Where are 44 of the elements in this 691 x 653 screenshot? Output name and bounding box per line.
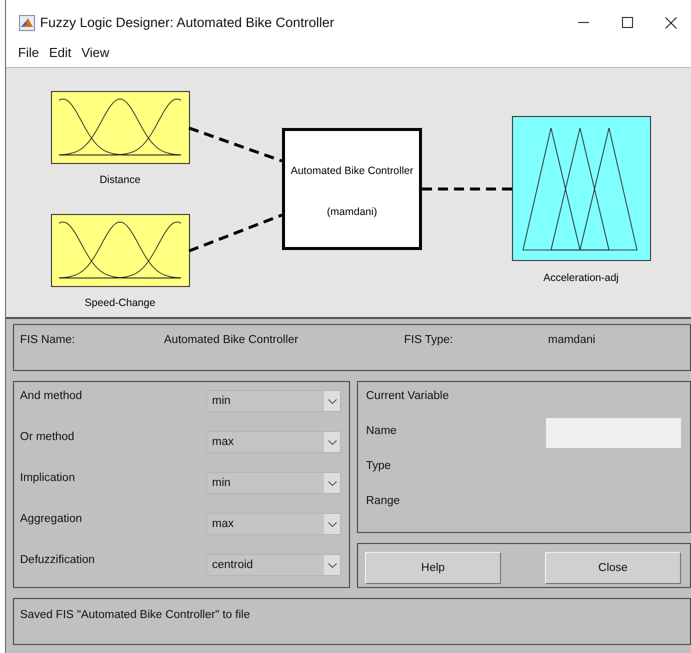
- chevron-down-icon: [328, 480, 336, 486]
- system-name: Automated Bike Controller: [290, 165, 414, 177]
- chevron-down-icon: [328, 440, 336, 444]
- input-variable-node[interactable]: [51, 214, 190, 287]
- method-label: And method: [20, 390, 82, 402]
- method-dropdown[interactable]: max: [206, 431, 341, 453]
- method-dropdown[interactable]: max: [206, 513, 341, 535]
- variable-field-label: Type: [366, 460, 391, 472]
- menu-item[interactable]: Edit: [44, 45, 76, 60]
- fis-name-value: Automated Bike Controller: [164, 334, 300, 346]
- status-message: Saved FIS "Automated Bike Controller" to file: [20, 609, 250, 621]
- name-input-field[interactable]: [546, 418, 681, 448]
- method-label: Defuzzification: [20, 554, 95, 566]
- method-dropdown[interactable]: min: [206, 390, 341, 412]
- close-icon: [665, 16, 677, 28]
- input-variable-node[interactable]: [51, 91, 190, 164]
- method-dropdown[interactable]: centroid: [206, 554, 341, 576]
- minimize-icon: [578, 22, 588, 23]
- chevron-down-icon: [328, 522, 336, 526]
- menu-item[interactable]: View: [76, 45, 114, 60]
- method-label: Implication: [20, 472, 75, 484]
- variable-label: Speed-Change: [84, 297, 156, 309]
- chevron-down-icon: [328, 562, 336, 568]
- variable-label: Acceleration-adj: [543, 272, 619, 284]
- chevron-down-icon: [328, 398, 336, 404]
- window-title: Fuzzy Logic Designer: Automated Bike Controller: [40, 15, 336, 30]
- method-label: Aggregation: [20, 513, 82, 525]
- fis-type-value: mamdani: [548, 334, 596, 346]
- system-type: (mamdani): [326, 206, 378, 218]
- app-logo-icon: [19, 14, 35, 30]
- rule-system-node[interactable]: [282, 128, 422, 250]
- close-button[interactable]: Close: [545, 552, 681, 584]
- field-label: FIS Name:: [20, 334, 76, 346]
- method-dropdown[interactable]: min: [206, 472, 341, 494]
- variable-field-label: Name: [366, 425, 397, 437]
- menu-item[interactable]: File: [13, 45, 44, 60]
- section-title: Current Variable: [366, 390, 450, 403]
- output-variable-node[interactable]: [512, 116, 651, 261]
- variable-field-label: Range: [366, 495, 400, 507]
- field-label: FIS Type:: [404, 334, 454, 346]
- maximize-icon: [622, 17, 632, 28]
- help-button[interactable]: Help: [365, 552, 501, 584]
- method-label: Or method: [20, 431, 74, 443]
- variable-label: Distance: [100, 174, 140, 186]
